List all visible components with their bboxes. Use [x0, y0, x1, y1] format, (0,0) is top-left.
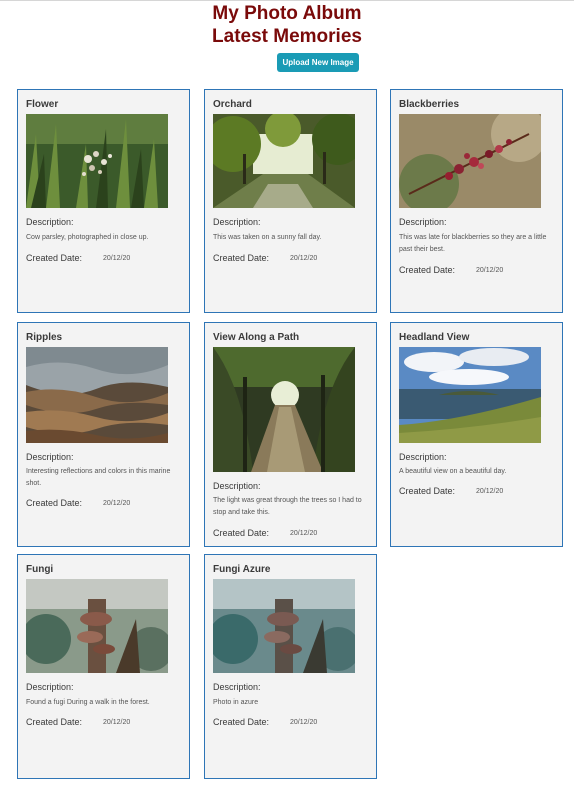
- page-title: My Photo Album: [212, 3, 362, 24]
- photo-card[interactable]: Fungi Description: Found a fugi During a…: [17, 554, 190, 779]
- description-label: Description:: [399, 452, 447, 462]
- description-label: Description:: [213, 682, 261, 692]
- card-title: Fungi: [26, 564, 54, 575]
- description-label: Description:: [26, 217, 74, 227]
- created-date-label: Created Date:: [26, 498, 83, 508]
- upload-image-button[interactable]: Upload New Image: [277, 53, 359, 72]
- description-label: Description:: [399, 217, 447, 227]
- created-date-value: 20/12/20: [290, 255, 318, 262]
- description-text: This was late for blackberries so they a…: [399, 234, 547, 253]
- photo-card[interactable]: Ripples Description: Interesting reflect…: [17, 322, 190, 547]
- created-date-label: Created Date:: [213, 528, 270, 538]
- description-text: The light was great through the trees so…: [213, 497, 362, 516]
- created-date-label: Created Date:: [399, 265, 456, 275]
- created-date-label: Created Date:: [26, 717, 83, 727]
- description-label: Description:: [26, 682, 74, 692]
- page-header: My Photo Album Latest Memories: [0, 2, 574, 48]
- created-date-value: 20/12/20: [103, 500, 131, 507]
- photo-thumbnail[interactable]: [213, 347, 355, 472]
- card-title: Orchard: [213, 99, 252, 110]
- page-subtitle: Latest Memories: [212, 26, 362, 47]
- photo-card[interactable]: Orchard Description: This was taken on a…: [204, 89, 377, 313]
- description-label: Description:: [26, 452, 74, 462]
- created-date-label: Created Date:: [213, 717, 270, 727]
- created-date-value: 20/12/20: [103, 719, 131, 726]
- description-label: Description:: [213, 481, 261, 491]
- description-text: Interesting reflections and colors in th…: [26, 468, 171, 487]
- photo-card[interactable]: Headland View Description: A beautiful v…: [390, 322, 563, 547]
- created-date-value: 20/12/20: [476, 267, 504, 274]
- description-text: Found a fugi During a walk in the forest…: [26, 699, 150, 706]
- description-text: This was taken on a sunny fall day.: [213, 234, 322, 241]
- card-title: Blackberries: [399, 99, 460, 110]
- description-text: Cow parsley, photographed in close up.: [26, 234, 149, 241]
- created-date-label: Created Date:: [399, 486, 456, 496]
- description-text: Photo in azure: [213, 699, 259, 706]
- card-title: Fungi Azure: [213, 564, 271, 575]
- photo-card[interactable]: Blackberries Description: This was late …: [390, 89, 563, 313]
- description-text: A beautiful view on a beautiful day.: [399, 468, 507, 475]
- created-date-label: Created Date:: [26, 253, 83, 263]
- card-title: Flower: [26, 99, 59, 110]
- photo-card[interactable]: Fungi Azure Description: Photo in azure …: [204, 554, 377, 779]
- card-title: Ripples: [26, 332, 63, 343]
- photo-thumbnail[interactable]: [26, 579, 168, 673]
- created-date-label: Created Date:: [213, 253, 270, 263]
- photo-thumbnail[interactable]: [26, 347, 168, 443]
- photo-thumbnail[interactable]: [399, 347, 541, 443]
- photo-thumbnail[interactable]: [213, 579, 355, 673]
- created-date-value: 20/12/20: [290, 719, 318, 726]
- description-label: Description:: [213, 217, 261, 227]
- card-title: View Along a Path: [213, 332, 300, 343]
- photo-thumbnail[interactable]: [26, 114, 168, 208]
- created-date-value: 20/12/20: [476, 488, 504, 495]
- photo-thumbnail[interactable]: [399, 114, 541, 208]
- card-title: Headland View: [399, 332, 470, 343]
- top-divider: [0, 0, 574, 1]
- photo-card[interactable]: Flower Description: Cow parsley, photogr…: [17, 89, 190, 313]
- photo-card[interactable]: View Along a Path Description: The light…: [204, 322, 377, 547]
- created-date-value: 20/12/20: [103, 255, 131, 262]
- photo-thumbnail[interactable]: [213, 114, 355, 208]
- created-date-value: 20/12/20: [290, 530, 318, 537]
